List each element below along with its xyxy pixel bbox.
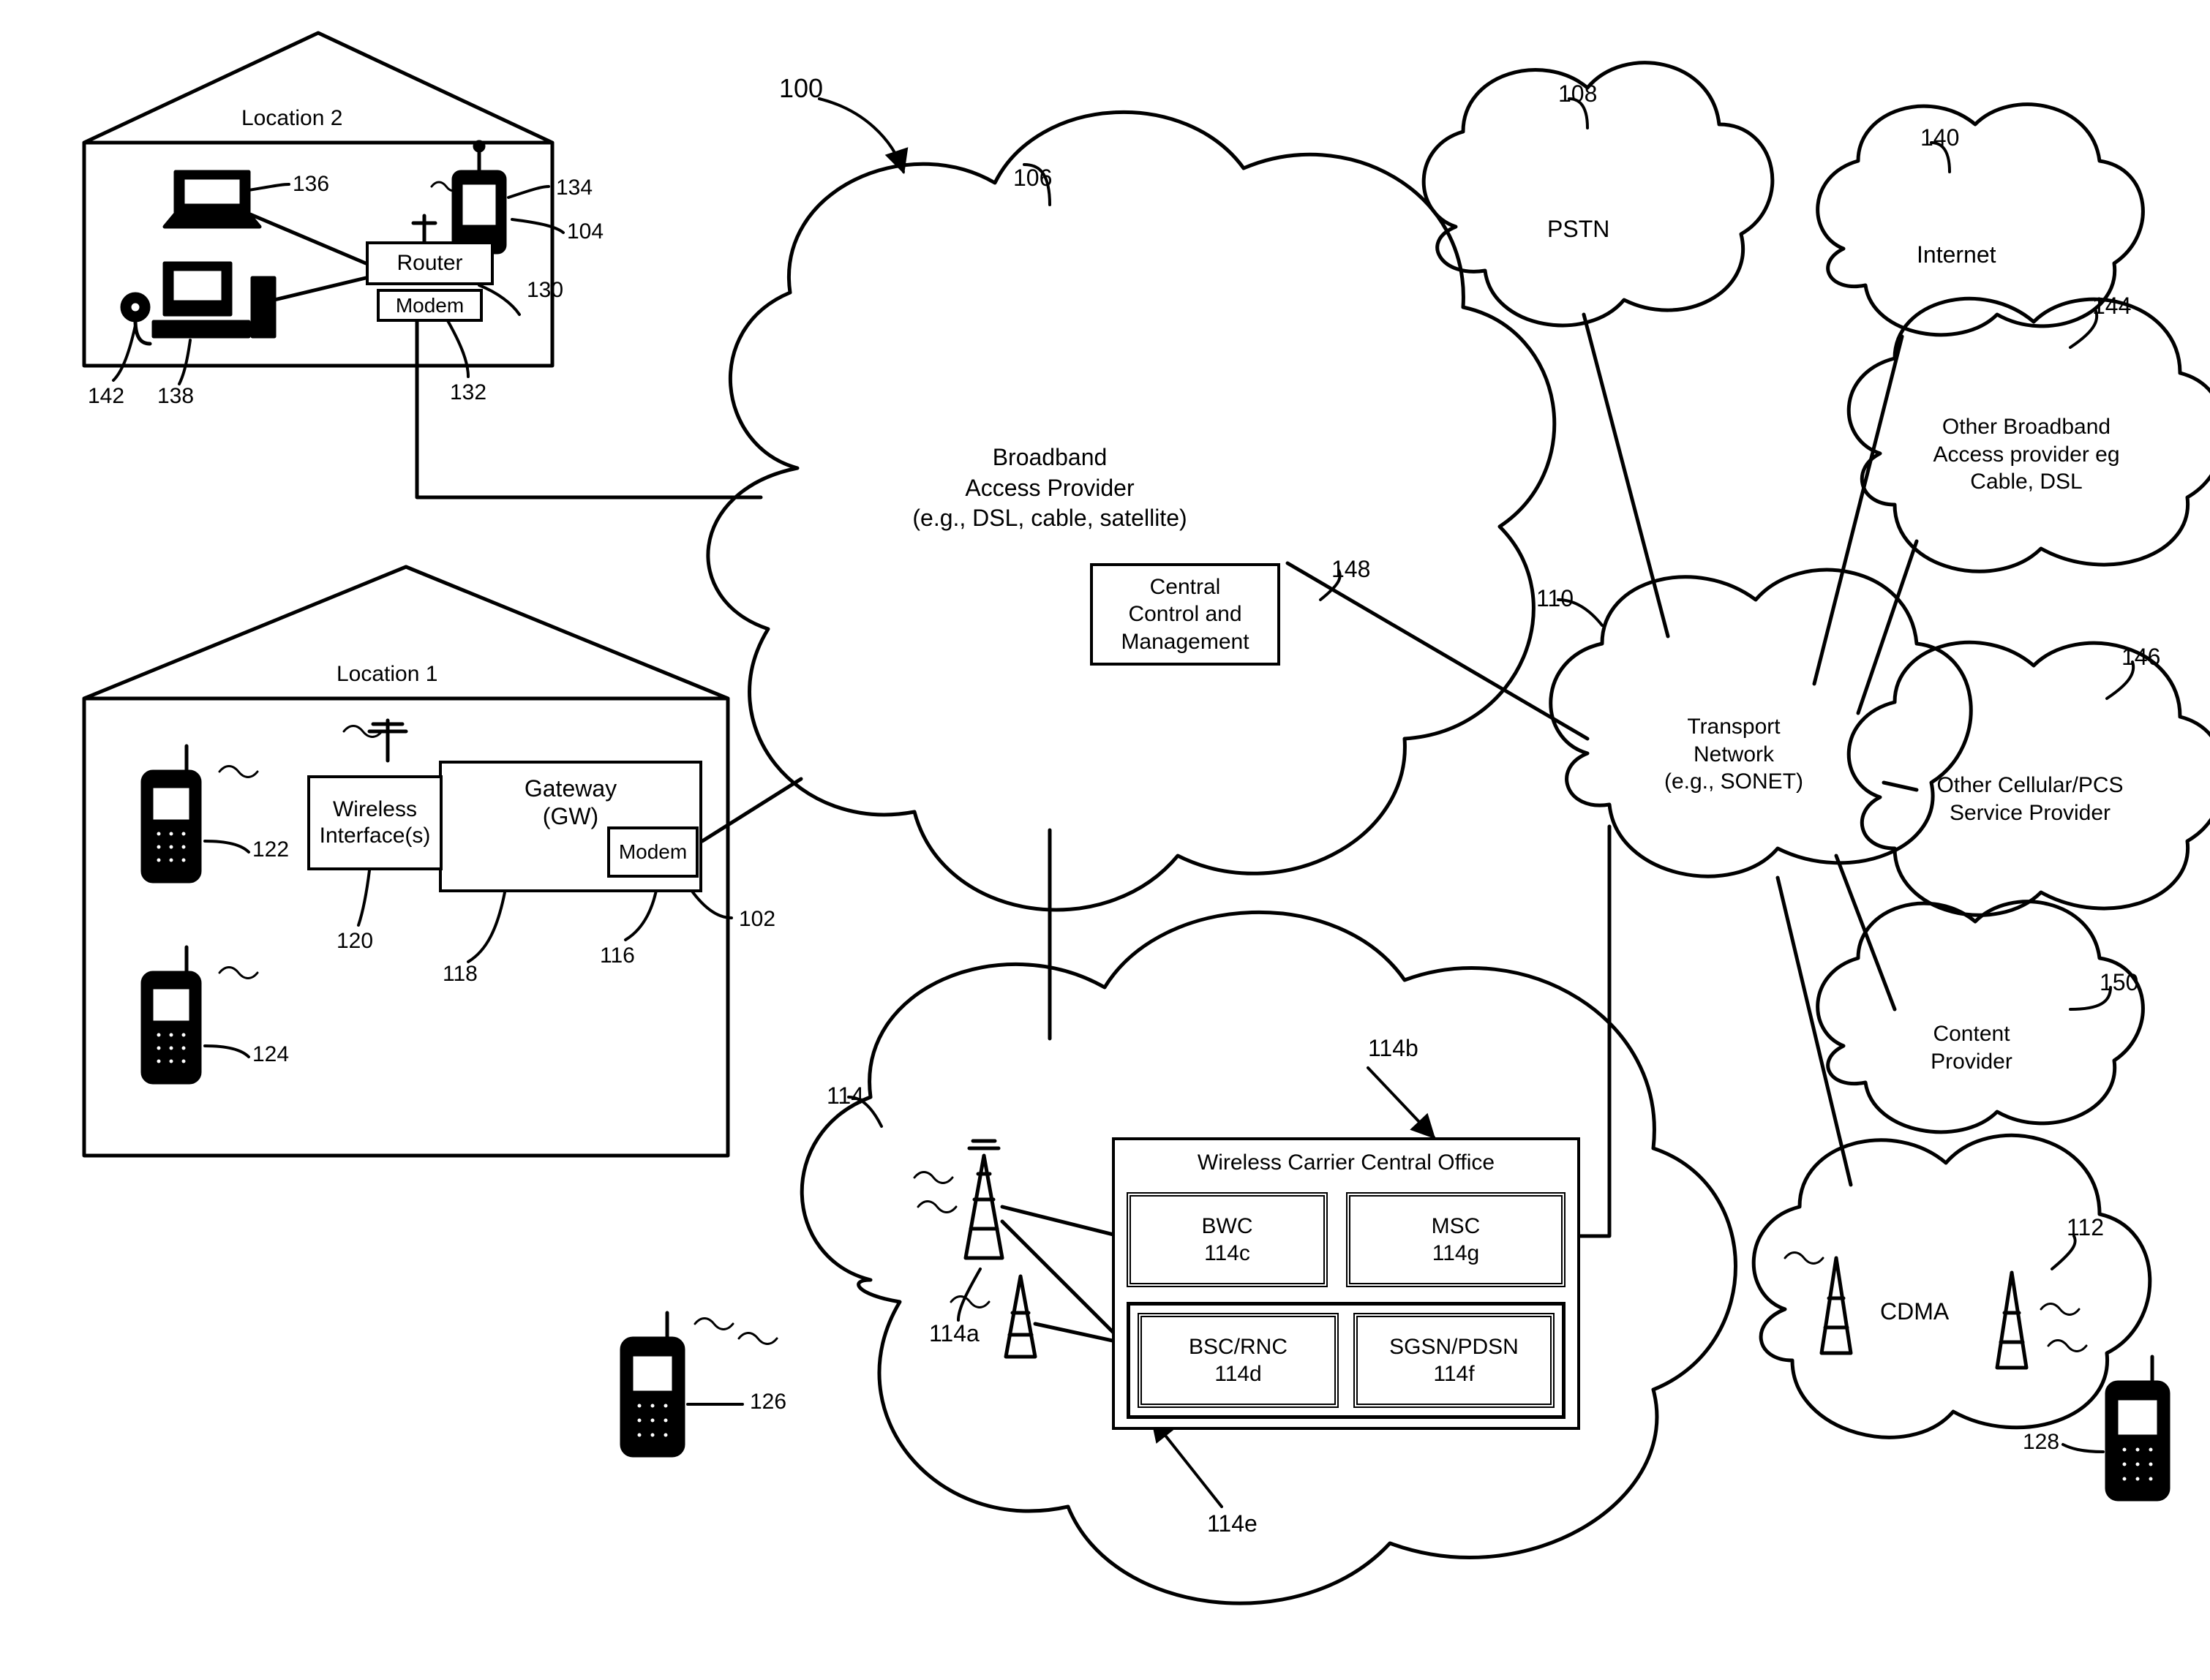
modem-box-loc2: Modem [377,289,483,322]
ref-112: 112 [2067,1214,2104,1241]
other-cell-label: Other Cellular/PCS Service Provider [1895,772,2165,826]
diagram-stage: Location 2 Router Modem Location 1 Gatew… [0,0,2210,1680]
ref-102: 102 [739,907,775,932]
broadband-title: Broadband Access Provider (e.g., DSL, ca… [892,442,1207,534]
cdma-label: CDMA [1880,1298,1949,1325]
ref-132: 132 [450,380,486,405]
ref-128: 128 [2023,1430,2059,1455]
ccm-box: Central Control and Management [1090,563,1280,666]
ref-116: 116 [600,943,635,968]
bsc-label: BSC/RNC 114d [1189,1333,1288,1388]
phone-icon-128 [2107,1357,2168,1499]
ref-114e: 114e [1207,1510,1258,1537]
loc2-title: Location 2 [241,106,342,131]
laptop-icon [165,172,260,227]
ref-124: 124 [252,1042,289,1067]
sgsn-box: SGSN/PDSN 114f [1353,1313,1555,1408]
ref-140: 140 [1920,124,1959,151]
tower-icon-114a [966,1141,1002,1258]
other-bb-label: Other Broadband Access provider eg Cable… [1895,413,2158,496]
content-label: Content Provider [1898,1020,2045,1075]
ref-148: 148 [1331,556,1370,583]
msc-label: MSC 114g [1432,1213,1481,1267]
wireless-if-label: Wireless Interface(s) [320,796,431,849]
transport-label: Transport Network (e.g., SONET) [1624,713,1843,796]
gateway-label: Gateway (GW) [525,775,617,831]
tower-icon-114a2 [1006,1276,1035,1357]
bsc-box: BSC/RNC 114d [1138,1313,1339,1408]
webcam-icon [122,294,150,344]
tower-icon-cdma-right [1997,1273,2026,1368]
ref-118: 118 [443,962,478,987]
ref-104: 104 [567,219,604,244]
ref-138: 138 [157,384,194,409]
pstn-label: PSTN [1547,216,1609,243]
ref-114b: 114b [1368,1035,1418,1062]
wireless-if-box: Wireless Interface(s) [307,775,443,870]
router-label: Router [396,251,462,276]
ref-126: 126 [750,1390,786,1415]
pda-icon [454,142,505,252]
ref-146: 146 [2121,644,2160,671]
phone-icon-126 [622,1313,683,1455]
ref-108: 108 [1558,80,1597,108]
ref-106: 106 [1013,165,1052,192]
ccm-label: Central Control and Management [1121,573,1249,656]
ref-114a: 114a [929,1320,980,1347]
ref-100: 100 [779,73,823,104]
sgsn-label: SGSN/PDSN 114f [1389,1333,1519,1388]
loc1-title: Location 1 [337,662,437,687]
modem-label-loc2: Modem [396,294,464,317]
ref-144: 144 [2092,293,2131,320]
router-box: Router [366,241,494,285]
ref-122: 122 [252,837,289,862]
cdma-cloud [1754,1135,2150,1437]
wcc-office-title: Wireless Carrier Central Office [1198,1150,1495,1175]
ref-130: 130 [527,278,563,303]
ref-136: 136 [293,172,329,197]
msc-box: MSC 114g [1346,1192,1566,1287]
bwc-box: BWC 114c [1127,1192,1328,1287]
ref-110: 110 [1536,585,1574,612]
modem-box-loc1: Modem [607,826,699,878]
tower-icon-cdma-left [1822,1258,1851,1353]
phone-icon-124 [143,947,200,1082]
ref-150: 150 [2100,969,2138,996]
pc-icon [154,263,274,336]
internet-label: Internet [1917,241,1996,268]
ref-120: 120 [337,929,373,954]
pstn-cloud [1424,63,1773,325]
ref-114: 114 [827,1082,864,1110]
phone-icon-122 [143,746,200,881]
modem-label-loc1: Modem [619,840,687,864]
ref-142: 142 [88,384,124,409]
ref-134: 134 [556,176,593,200]
bwc-label: BWC 114c [1202,1213,1253,1267]
